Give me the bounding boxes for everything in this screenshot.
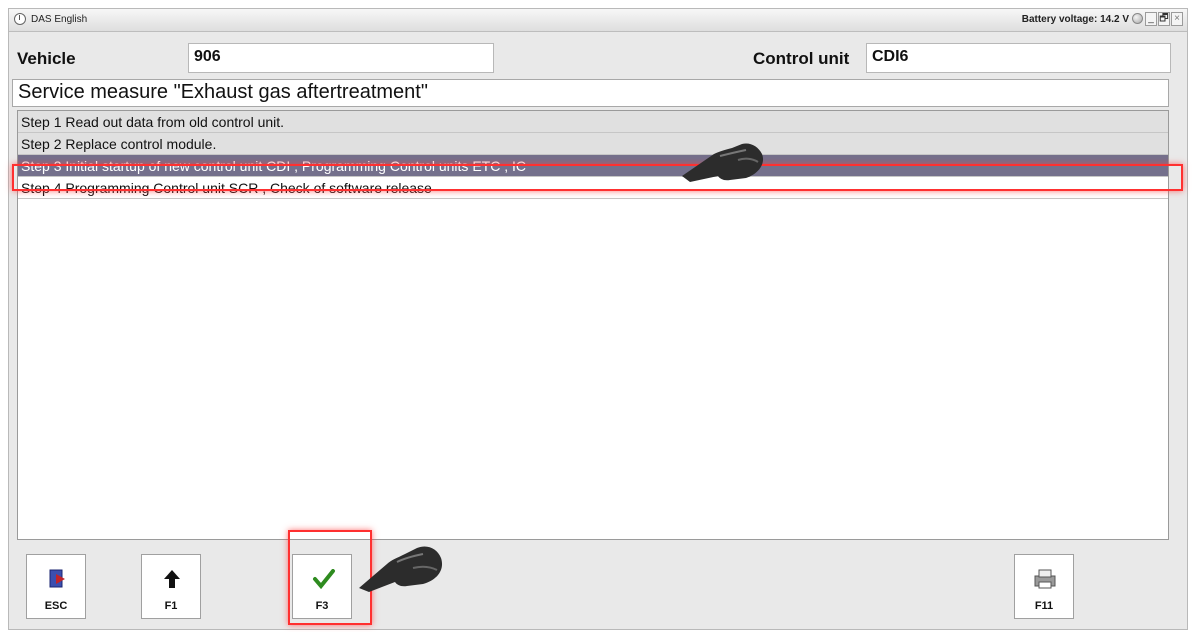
pointing-hand-icon — [359, 546, 443, 592]
list-item[interactable]: Step 2 Replace control module. — [18, 133, 1168, 155]
vehicle-label: Vehicle — [17, 49, 76, 68]
esc-key-label: ESC — [44, 600, 68, 612]
battery-status-icon — [1132, 13, 1143, 24]
control-unit-label: Control unit — [753, 49, 850, 68]
minimize-button[interactable]: _ — [1145, 12, 1157, 26]
title-bar: DAS English Battery voltage: 14.2 V _ 🗗 … — [9, 9, 1187, 32]
f11-button[interactable]: F11 — [1014, 554, 1074, 619]
arrow-up-icon — [164, 570, 180, 588]
close-button[interactable]: × — [1171, 12, 1183, 26]
f1-key-label: F1 — [164, 600, 178, 612]
exit-door-icon — [49, 569, 65, 588]
f11-key-label: F11 — [1034, 600, 1054, 612]
f1-button[interactable]: F1 — [141, 554, 201, 619]
pointing-hand-icon — [682, 143, 764, 182]
service-measure-title: Service measure "Exhaust gas aftertreatm… — [12, 79, 1169, 107]
printer-icon — [1034, 569, 1056, 589]
list-item[interactable]: Step 1 Read out data from old control un… — [18, 111, 1168, 133]
battery-voltage: Battery voltage: 14.2 V — [1021, 14, 1129, 25]
restore-button[interactable]: 🗗 — [1158, 12, 1170, 26]
vehicle-value: 906 — [188, 43, 494, 73]
das-logo-icon — [14, 13, 26, 25]
esc-button[interactable]: ESC — [26, 554, 86, 619]
selected-row-highlight — [12, 164, 1183, 191]
window-title: DAS English — [31, 14, 88, 25]
control-unit-value: CDI6 — [866, 43, 1171, 73]
